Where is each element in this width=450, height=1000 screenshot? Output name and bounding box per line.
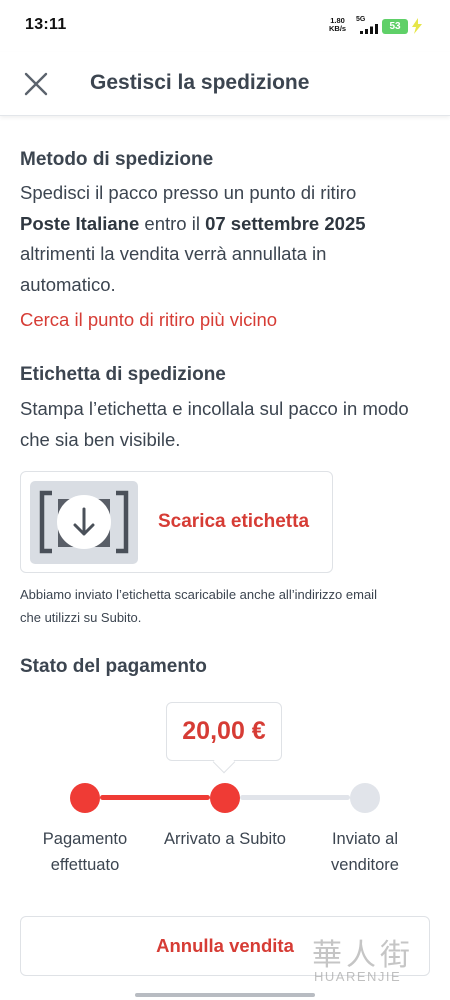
shipping-label-text: Stampa l’etichetta e incollala sul pacco… xyxy=(20,394,420,455)
charging-icon xyxy=(412,18,422,34)
watermark-text: HUARENJIE xyxy=(314,969,402,984)
signal-icon xyxy=(360,24,378,34)
page-title: Gestisci la spedizione xyxy=(90,71,310,94)
download-icon-box xyxy=(30,481,138,564)
shipping-method-line-1: Spedisci il pacco presso un punto di rit… xyxy=(20,182,357,203)
step-label-line: Inviato al xyxy=(331,830,399,848)
download-label-button[interactable]: Scarica etichetta xyxy=(20,471,333,573)
carrier-name: Poste Italiane xyxy=(20,212,140,234)
shipping-method-text: Spedisci il pacco presso un punto di rit… xyxy=(20,178,420,300)
shipping-label-line-1: Stampa l’etichetta e incollala sul pacco… xyxy=(20,398,409,419)
step-label-line: venditore xyxy=(331,856,399,874)
home-indicator[interactable] xyxy=(135,993,315,997)
status-bar: 13:11 1.80 KB/s 5G 53 xyxy=(0,0,450,52)
shipping-label-title: Etichetta di spedizione xyxy=(20,364,226,385)
find-pickup-point-link[interactable]: Cerca il punto di ritiro più vicino xyxy=(20,309,277,331)
shipping-label-line-2: che sia ben visibile. xyxy=(20,428,181,450)
step-dot-arrived xyxy=(210,783,240,813)
progress-segment-2 xyxy=(240,795,350,800)
shipping-method-line-4: automatico. xyxy=(20,273,116,295)
shipping-method-line-3: altrimenti la vendita verrà annullata in xyxy=(20,243,327,264)
download-icon xyxy=(39,490,129,554)
email-note-line-1: Abbiamo inviato l’etichetta scaricabile … xyxy=(20,587,377,602)
download-label-text: Scarica etichetta xyxy=(158,511,310,532)
status-time: 13:11 xyxy=(25,16,67,33)
network-speed-unit: KB/s xyxy=(329,24,347,33)
network-speed: 1.80 KB/s xyxy=(329,17,346,33)
email-note: Abbiamo inviato l’etichetta scaricabile … xyxy=(20,583,430,629)
step-dot-payment-done xyxy=(70,783,100,813)
battery-icon: 53 xyxy=(382,19,408,34)
shipping-method-title: Metodo di spedizione xyxy=(20,149,214,170)
progress-segment-1 xyxy=(100,795,210,800)
email-note-line-2: che utilizzi su Subito. xyxy=(20,610,142,625)
watermark-logo: 華人街 xyxy=(312,938,414,973)
step-label-line: Pagamento xyxy=(42,830,128,848)
step-dot-sent-to-seller xyxy=(350,783,380,813)
shipping-method-line-2: Poste Italiane entro il 07 settembre 202… xyxy=(20,209,420,240)
payment-status-title: Stato del pagamento xyxy=(20,656,207,677)
step-label-line: effettuato xyxy=(50,856,120,874)
network-type: 5G xyxy=(356,16,366,23)
payment-amount: 20,00 € xyxy=(182,717,266,745)
deadline-prefix: entro il xyxy=(139,212,206,234)
app-header: Gestisci la spedizione xyxy=(0,52,450,116)
deadline-date: 07 settembre 2025 xyxy=(205,212,366,234)
step-label-sent-to-seller: Inviato al venditore xyxy=(300,826,430,878)
step-label-arrived: Arrivato a Subito xyxy=(160,826,290,852)
step-label-payment-done: Pagamento effettuato xyxy=(20,826,150,878)
close-icon[interactable] xyxy=(22,70,50,98)
step-label-line: Arrivato a Subito xyxy=(164,830,286,848)
